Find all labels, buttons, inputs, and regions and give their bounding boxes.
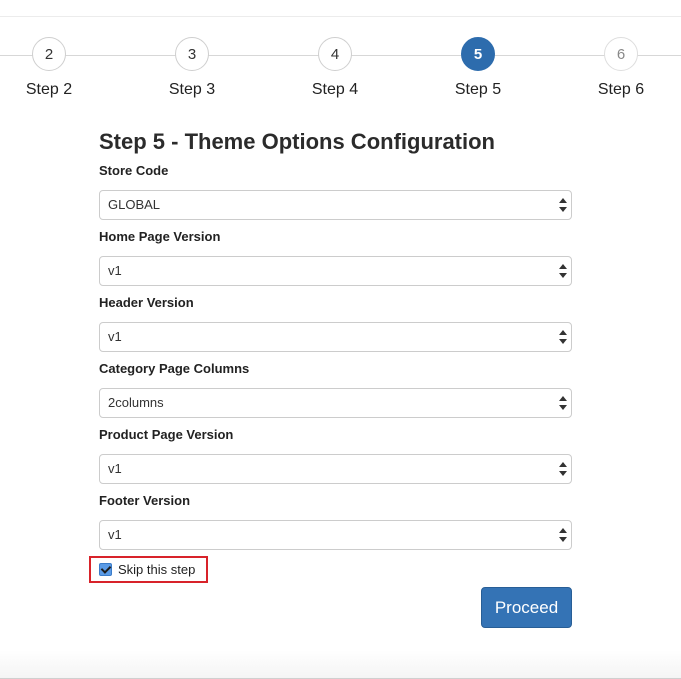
step-4[interactable]: 4 Step 4 [295,37,375,99]
select-arrows-icon [559,396,567,410]
home-page-version-value: v1 [108,263,122,278]
step-3-label: Step 3 [168,81,216,98]
product-page-version-field: Product Page Version v1 [99,426,572,484]
step-5-label: Step 5 [454,81,502,98]
select-arrows-icon [559,528,567,542]
step-2-label: Step 2 [25,81,73,98]
step-6-circle: 6 [604,37,638,71]
select-arrows-icon [559,330,567,344]
store-code-value: GLOBAL [108,197,161,212]
product-page-version-label: Product Page Version [99,427,234,442]
category-page-columns-select[interactable]: 2columns [99,388,572,418]
step-2[interactable]: 2 Step 2 [9,37,89,99]
skip-step-highlight: Skip this step [89,556,208,583]
product-page-version-value: v1 [108,461,122,476]
category-page-columns-value: 2columns [108,395,164,410]
product-page-version-select[interactable]: v1 [99,454,572,484]
footer-version-label: Footer Version [99,493,191,508]
step-3-circle: 3 [175,37,209,71]
proceed-button[interactable]: Proceed [481,587,572,628]
header-version-label: Header Version [99,295,194,310]
select-arrows-icon [559,462,567,476]
footer-version-value: v1 [108,527,122,542]
select-arrows-icon [559,264,567,278]
home-page-version-field: Home Page Version v1 [99,228,572,286]
select-arrows-icon [559,198,567,212]
footer-version-select[interactable]: v1 [99,520,572,550]
skip-step-label[interactable]: Skip this step [118,562,195,577]
top-divider [0,16,681,17]
step-6[interactable]: 6 Step 6 [581,37,661,99]
category-page-columns-label: Category Page Columns [99,361,250,376]
footer-version-field: Footer Version v1 [99,492,572,550]
store-code-label: Store Code [99,163,169,178]
category-page-columns-field: Category Page Columns 2columns [99,360,572,418]
store-code-field: Store Code GLOBAL [99,162,572,220]
header-version-value: v1 [108,329,122,344]
step-4-label: Step 4 [311,81,359,98]
step-5-circle: 5 [461,37,495,71]
step-5[interactable]: 5 Step 5 [438,37,518,99]
checkbox-checked-icon[interactable] [99,563,112,576]
step-3[interactable]: 3 Step 3 [152,37,232,99]
step-6-label: Step 6 [597,81,645,98]
store-code-select[interactable]: GLOBAL [99,190,572,220]
step-4-circle: 4 [318,37,352,71]
step-2-circle: 2 [32,37,66,71]
bottom-shade [0,650,681,679]
header-version-field: Header Version v1 [99,294,572,352]
home-page-version-label: Home Page Version [99,229,221,244]
page-title: Step 5 - Theme Options Configuration [99,129,495,154]
home-page-version-select[interactable]: v1 [99,256,572,286]
header-version-select[interactable]: v1 [99,322,572,352]
